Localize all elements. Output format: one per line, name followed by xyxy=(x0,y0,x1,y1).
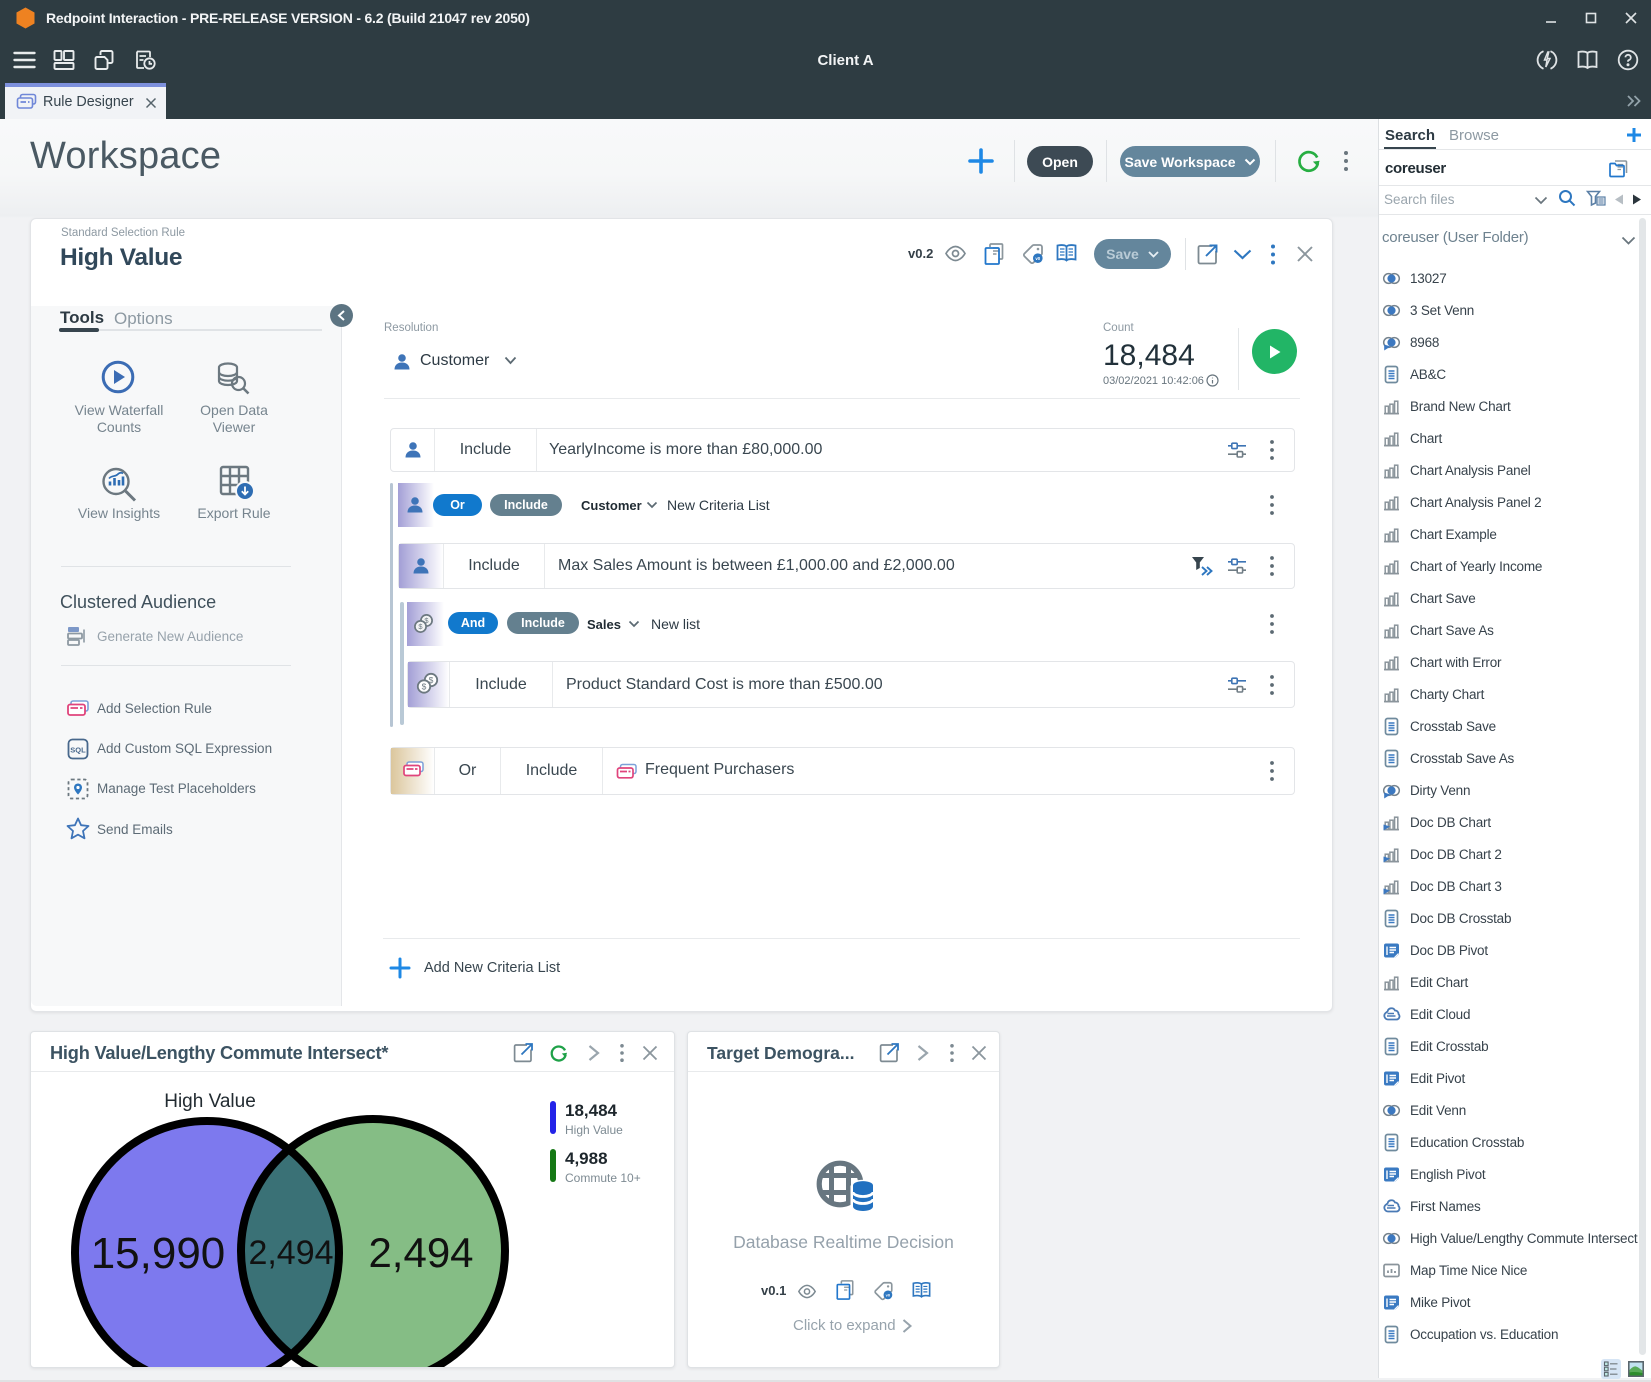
svg-text:v0: v0 xyxy=(886,1293,891,1298)
svg-text:2,494: 2,494 xyxy=(368,1229,473,1276)
svg-text:SQL: SQL xyxy=(70,746,86,755)
svg-text:15,990: 15,990 xyxy=(91,1229,226,1278)
svg-text:High Value: High Value xyxy=(164,1091,256,1112)
svg-text:$: $ xyxy=(422,681,427,691)
svg-text:2,494: 2,494 xyxy=(248,1234,333,1272)
svg-text:v0: v0 xyxy=(1035,256,1040,261)
